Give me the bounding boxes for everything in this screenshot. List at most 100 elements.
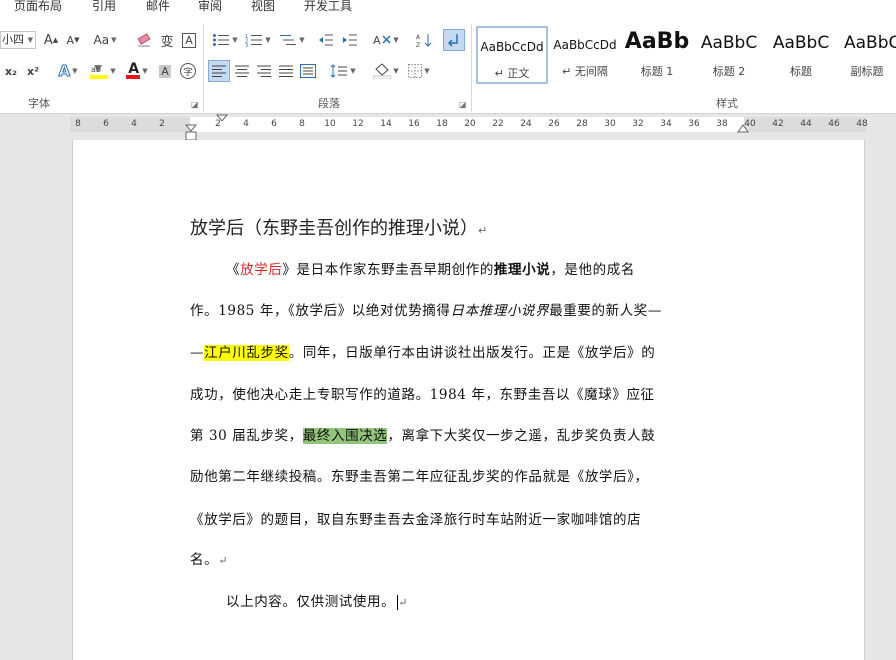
borders-icon — [408, 64, 423, 78]
shrink-font-button[interactable]: A ▼ — [64, 30, 82, 50]
decrease-indent-button[interactable] — [316, 30, 336, 50]
bullets-button[interactable]: ▼ — [210, 30, 240, 50]
change-case-button[interactable]: Aa ▼ — [90, 30, 120, 50]
tab-page-layout[interactable]: 页面布局 — [14, 0, 62, 14]
group-separator — [203, 24, 204, 112]
svg-text:3: 3 — [245, 43, 248, 47]
distributed-icon — [300, 64, 316, 78]
chinese-layout-icon: A — [373, 34, 391, 47]
svg-text:A: A — [373, 34, 381, 47]
ruler-tick-label: 32 — [632, 119, 644, 129]
ruler-tick-label: 22 — [492, 119, 504, 129]
distributed-button[interactable] — [298, 61, 318, 81]
ruler-tick-label: 12 — [352, 119, 364, 129]
decrease-indent-icon — [319, 34, 333, 46]
ruler-left-margin — [70, 117, 190, 132]
paragraph-line[interactable]: 成功，使他决心走上专职写作的道路。1984 年，东野圭吾以《魔球》应征 — [190, 383, 655, 403]
justify-icon — [279, 65, 293, 77]
grow-font-button[interactable]: A ▲ — [42, 30, 60, 50]
ruler-tick-label: 16 — [408, 119, 420, 129]
svg-text:A: A — [416, 34, 421, 41]
enclose-characters-button[interactable]: 字 — [178, 61, 198, 81]
paragraph-line[interactable]: 《放学后》是日本作家东野圭吾早期创作的推理小说，是他的成名 — [226, 258, 635, 278]
highlight-color-button[interactable]: ab ▼ — [88, 61, 118, 81]
ruler-tick-label: 2 — [159, 119, 165, 129]
numbering-button[interactable]: 1 2 3 ▼ — [243, 30, 273, 50]
paragraph-line[interactable]: 第 30 届乱步奖，最终入围决选，离拿下大奖仅一步之遥，乱步奖负责人鼓 — [190, 424, 655, 444]
group-separator — [471, 24, 472, 112]
style-title[interactable]: AaBbC 标题 — [766, 26, 836, 84]
character-shading-button[interactable]: A — [156, 61, 174, 81]
paragraph-dialog-launcher-icon[interactable]: ◪ — [459, 100, 467, 109]
subscript-button[interactable]: x₂ — [2, 61, 20, 81]
multilevel-list-button[interactable]: ▼ — [277, 30, 307, 50]
ruler-tick-label: 30 — [604, 119, 616, 129]
highlighted-text: 最终入围决选 — [302, 428, 388, 444]
paragraph-line[interactable]: 作。1985 年，《放学后》以绝对优势摘得日本推理小说界最重要的新人奖— — [190, 299, 662, 319]
ruler-tick-label: 28 — [576, 119, 588, 129]
ribbon: 小四 ▼ A ▲ A ▼ Aa ▼ 变 A ▼ 1 2 3 ▼ ▼ A ▼ AZ x₂ x² A… — [0, 18, 896, 114]
phonetic-guide-button[interactable]: 变 — [158, 30, 176, 50]
style-heading-1[interactable]: AaBb 标题 1 — [624, 26, 690, 84]
borders-button[interactable]: ▼ — [404, 61, 434, 81]
superscript-button[interactable]: x² — [24, 61, 42, 81]
ruler-tick-label: 26 — [548, 119, 560, 129]
left-indent-marker-icon[interactable] — [184, 114, 198, 142]
ruler-tick-label: 8 — [75, 119, 81, 129]
styles-group-label: 样式 — [716, 97, 738, 110]
font-color-button[interactable]: A ▼ — [122, 61, 152, 81]
paragraph-line[interactable]: 《放学后》的题目，取自东野圭吾去金泽旅行时车站附近一家咖啡馆的店 — [190, 508, 641, 528]
document-heading[interactable]: 放学后（东野圭吾创作的推理小说）↵ — [190, 214, 487, 240]
paragraph-line[interactable]: 励他第二年继续投稿。东野圭吾第二年应征乱步奖的作品就是《放学后》， — [190, 465, 649, 485]
tab-references[interactable]: 引用 — [92, 0, 116, 14]
ruler-tick-label: 36 — [688, 119, 700, 129]
ruler-tick-label: 4 — [243, 119, 249, 129]
styles-gallery: AaBbCcDd ↵ 正文 AaBbCcDd ↵ 无间隔 AaBb 标题 1 A… — [476, 26, 896, 84]
ruler-tick-label: 44 — [800, 119, 812, 129]
style-normal[interactable]: AaBbCcDd ↵ 正文 — [476, 26, 548, 84]
tab-developer[interactable]: 开发工具 — [304, 0, 352, 14]
right-indent-marker-icon[interactable] — [737, 123, 749, 133]
align-left-icon — [212, 65, 226, 77]
ruler-tick-label: 6 — [103, 119, 109, 129]
increase-indent-icon — [343, 34, 357, 46]
align-right-button[interactable] — [254, 61, 274, 81]
text-effects-button[interactable]: A ▼ — [54, 61, 82, 81]
font-group-label: 字体 — [28, 97, 50, 110]
paragraph-line[interactable]: —江户川乱步奖。同年，日版单行本由讲谈社出版发行。正是《放学后》的 — [190, 341, 655, 361]
justify-button[interactable] — [276, 61, 296, 81]
paragraph-group-label: 段落 — [318, 97, 340, 110]
first-line-indent-marker-icon[interactable] — [216, 114, 228, 124]
font-size-select[interactable]: 小四 ▼ — [0, 31, 36, 49]
paragraph-line[interactable]: 名。↵ — [190, 548, 228, 568]
style-heading-2[interactable]: AaBbC 标题 2 — [694, 26, 764, 84]
sort-button[interactable]: AZ — [413, 30, 435, 50]
ruler-tick-label: 20 — [464, 119, 476, 129]
tab-view[interactable]: 视图 — [251, 0, 275, 14]
line-spacing-button[interactable]: ▼ — [328, 61, 358, 81]
ruler-tick-label: 48 — [856, 119, 868, 129]
shading-button[interactable]: ▼ — [370, 61, 402, 81]
tab-mailings[interactable]: 邮件 — [146, 0, 170, 14]
tab-review[interactable]: 审阅 — [198, 0, 222, 14]
style-no-spacing[interactable]: AaBbCcDd ↵ 无间隔 — [550, 26, 620, 84]
chinese-layout-button[interactable]: A ▼ — [370, 30, 402, 50]
character-border-button[interactable]: A — [180, 30, 198, 50]
clear-format-icon[interactable] — [134, 30, 154, 50]
ruler-tick-label: 38 — [716, 119, 728, 129]
paragraph-line[interactable]: 以上内容。仅供测试使用。 ↵ — [226, 590, 408, 610]
ruler-tick-label: 18 — [436, 119, 448, 129]
highlighter-icon: ab — [90, 65, 109, 79]
align-center-button[interactable] — [232, 61, 252, 81]
svg-text:Z: Z — [416, 42, 420, 48]
show-marks-button[interactable] — [443, 29, 465, 51]
paragraph-mark-icon — [447, 34, 458, 47]
ruler-tick-label: 10 — [324, 119, 336, 129]
bullets-icon — [213, 34, 230, 46]
ruler-tick-label: 42 — [772, 119, 784, 129]
align-left-button[interactable] — [208, 60, 230, 82]
font-dialog-launcher-icon[interactable]: ◪ — [191, 100, 199, 109]
align-center-icon — [235, 65, 249, 77]
increase-indent-button[interactable] — [340, 30, 360, 50]
style-subtitle[interactable]: AaBbC 副标题 — [838, 26, 896, 84]
